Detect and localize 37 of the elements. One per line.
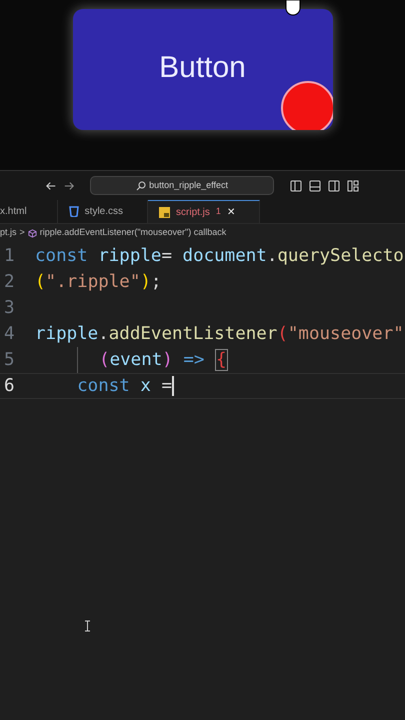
line-number: 6 (3, 374, 16, 398)
line-number: 2 (3, 270, 16, 294)
code-text: (".ripple"); (35, 270, 162, 294)
text-cursor-icon (84, 620, 91, 632)
preview-button[interactable]: Button (72, 9, 332, 130)
customize-layout-icon[interactable] (346, 180, 359, 192)
code-text: (event) => { (98, 348, 228, 373)
css-file-icon (68, 206, 79, 217)
cube-icon (28, 228, 37, 238)
panel-layout-icon[interactable] (308, 180, 321, 192)
tab-label: x.html (0, 205, 27, 219)
tab-label: style.css (84, 205, 124, 219)
code-text: ripple.addEventListener("mouseover" (35, 322, 404, 346)
forward-arrow-icon[interactable] (64, 180, 74, 190)
problem-count: 1 (216, 205, 221, 218)
secondary-sidebar-icon[interactable] (328, 180, 340, 192)
close-tab-button[interactable]: ✕ (226, 204, 235, 220)
breadcrumb-separator: > (20, 226, 25, 240)
button-label: Button (159, 50, 246, 86)
tab-label: script.js (176, 206, 210, 220)
editor-tab[interactable]: x.html (0, 200, 58, 223)
line-number: 5 (3, 348, 16, 372)
back-arrow-icon[interactable] (46, 180, 56, 190)
code-text: const ripple= document.querySelecto (35, 244, 404, 268)
search-icon (136, 180, 146, 190)
editor-tab[interactable]: style.css (58, 200, 148, 223)
line-number: 1 (3, 244, 16, 268)
breadcrumb-file[interactable]: pt.js (0, 226, 17, 240)
code-text: const x = (76, 374, 172, 398)
sidebar-layout-icon[interactable] (290, 180, 302, 192)
editor-tab[interactable]: script.js 1 ✕ (148, 200, 260, 223)
search-field[interactable]: button_ripple_effect (90, 176, 274, 195)
js-file-icon (159, 206, 170, 218)
search-text: button_ripple_effect (149, 178, 228, 192)
line-number: 4 (3, 322, 16, 346)
breadcrumb-symbol[interactable]: ripple.addEventListener("mouseover") callback (40, 226, 226, 240)
line-number: 3 (3, 296, 16, 320)
